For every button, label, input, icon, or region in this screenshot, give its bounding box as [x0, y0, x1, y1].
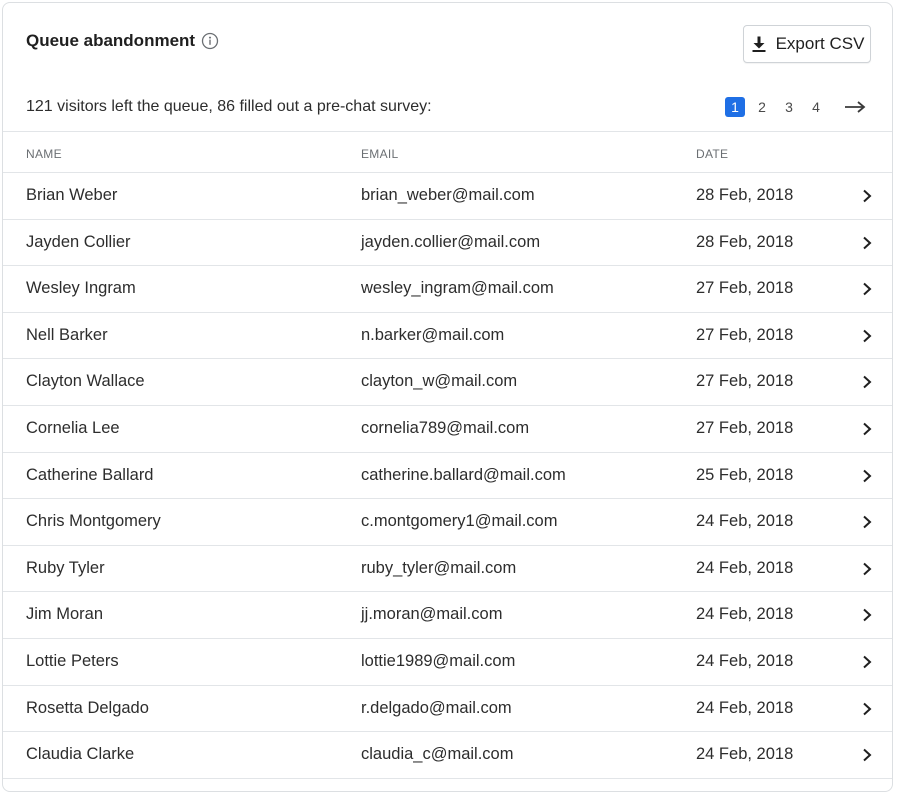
table-row[interactable]: Brian Weber brian_weber@mail.com 28 Feb, 2…: [3, 173, 892, 220]
row-email: ruby_tyler@mail.com: [361, 558, 517, 577]
page-4-button[interactable]: 4: [806, 97, 826, 117]
table-row[interactable]: Cornelia Lee cornelia789@mail.com 27 Feb, …: [3, 406, 892, 453]
table-row[interactable]: Catherine Ballard catherine.ballard@mail.…: [3, 453, 892, 500]
chevron-right-icon[interactable]: [862, 748, 872, 762]
table-body: Brian Weber brian_weber@mail.com 28 Feb, 2…: [3, 173, 892, 779]
chevron-right-icon[interactable]: [862, 329, 872, 343]
row-email: wesley_ingram@mail.com: [361, 279, 554, 298]
export-csv-label: Export CSV: [775, 34, 865, 53]
table-row[interactable]: Claudia Clarke claudia_c@mail.com 24 Feb, …: [3, 732, 892, 779]
row-name: Wesley Ingram: [26, 279, 136, 298]
chevron-right-icon[interactable]: [862, 189, 872, 203]
chevron-right-icon[interactable]: [862, 236, 872, 250]
chevron-right-icon[interactable]: [862, 702, 872, 716]
chevron-right-icon[interactable]: [862, 422, 872, 436]
row-date: 28 Feb, 2018: [696, 232, 794, 251]
row-name: Rosetta Delgado: [26, 698, 149, 717]
row-date: 28 Feb, 2018: [696, 186, 794, 204]
row-name: Ruby Tyler: [26, 558, 105, 577]
row-date: 24 Feb, 2018: [696, 698, 794, 717]
table-row[interactable]: Wesley Ingram wesley_ingram@mail.com 27 Fe…: [3, 266, 892, 313]
table-row[interactable]: Chris Montgomery c.montgomery1@mail.com 24…: [3, 499, 892, 546]
row-name: Clayton Wallace: [26, 372, 145, 391]
row-date: 24 Feb, 2018: [696, 651, 794, 670]
chevron-right-icon[interactable]: [862, 655, 872, 669]
queue-abandonment-card: Queue abandonment Export CSV 121 visitor…: [2, 2, 893, 792]
table-row[interactable]: Lottie Peters lottie1989@mail.com 24 Feb, …: [3, 639, 892, 686]
row-name: Brian Weber: [26, 186, 118, 204]
row-email: clayton_w@mail.com: [361, 372, 518, 391]
pagination: 1 2 3 4: [718, 97, 866, 117]
chevron-right-icon[interactable]: [862, 375, 872, 389]
table-row[interactable]: Ruby Tyler ruby_tyler@mail.com 24 Feb, 201…: [3, 546, 892, 593]
table-header: NAME EMAIL DATE: [3, 131, 892, 173]
row-date: 27 Feb, 2018: [696, 325, 794, 344]
row-name: Jim Moran: [26, 605, 104, 624]
chevron-right-icon[interactable]: [862, 562, 872, 576]
row-email: lottie1989@mail.com: [361, 651, 516, 670]
row-date: 24 Feb, 2018: [696, 558, 794, 577]
column-header-date: DATE: [696, 147, 729, 161]
table-row[interactable]: Clayton Wallace clayton_w@mail.com 27 Feb,…: [3, 359, 892, 406]
card-header: Queue abandonment Export CSV: [3, 3, 892, 83]
export-csv-button[interactable]: Export CSV: [743, 25, 871, 63]
row-name: Claudia Clarke: [26, 745, 135, 764]
page-1-button[interactable]: 1: [725, 97, 745, 117]
visitors-table: NAME EMAIL DATE Brian Weber brian_weber@m…: [3, 131, 892, 779]
row-name: Lottie Peters: [26, 651, 119, 670]
column-header-name: NAME: [26, 147, 62, 161]
card-title: Queue abandonment: [26, 31, 219, 51]
row-email: cornelia789@mail.com: [361, 418, 530, 437]
row-date: 24 Feb, 2018: [696, 605, 794, 624]
row-date: 24 Feb, 2018: [696, 512, 794, 531]
row-date: 27 Feb, 2018: [696, 372, 794, 391]
row-date: 27 Feb, 2018: [696, 418, 794, 437]
table-row[interactable]: Jim Moran jj.moran@mail.com 24 Feb, 2018: [3, 592, 892, 639]
page-2-button[interactable]: 2: [752, 97, 772, 117]
summary-text: 121 visitors left the queue, 86 filled o…: [26, 98, 432, 115]
row-email: brian_weber@mail.com: [361, 186, 535, 204]
column-header-email: EMAIL: [361, 147, 399, 161]
chevron-right-icon[interactable]: [862, 515, 872, 529]
row-name: Nell Barker: [26, 325, 108, 344]
download-icon: [750, 35, 768, 53]
page-3-button[interactable]: 3: [779, 97, 799, 117]
row-name: Jayden Collier: [26, 232, 131, 251]
summary-row: 121 visitors left the queue, 86 filled o…: [3, 85, 892, 131]
row-email: c.montgomery1@mail.com: [361, 512, 558, 531]
row-date: 27 Feb, 2018: [696, 279, 794, 298]
row-name: Chris Montgomery: [26, 512, 161, 531]
row-date: 24 Feb, 2018: [696, 745, 794, 764]
table-row[interactable]: Rosetta Delgado r.delgado@mail.com 24 Feb,…: [3, 686, 892, 733]
row-email: catherine.ballard@mail.com: [361, 465, 566, 484]
chevron-right-icon[interactable]: [862, 608, 872, 622]
row-email: jj.moran@mail.com: [361, 605, 503, 624]
table-row[interactable]: Nell Barker n.barker@mail.com 27 Feb, 2018: [3, 313, 892, 360]
chevron-right-icon[interactable]: [862, 282, 872, 296]
row-name: Cornelia Lee: [26, 418, 120, 437]
info-icon[interactable]: [201, 32, 219, 50]
card-title-text: Queue abandonment: [26, 31, 196, 50]
row-date: 25 Feb, 2018: [696, 465, 794, 484]
row-email: r.delgado@mail.com: [361, 698, 512, 717]
arrow-right-icon[interactable]: [844, 100, 866, 114]
row-email: claudia_c@mail.com: [361, 745, 514, 764]
chevron-right-icon[interactable]: [862, 469, 872, 483]
table-row[interactable]: Jayden Collier jayden.collier@mail.com 28 …: [3, 220, 892, 267]
row-email: jayden.collier@mail.com: [361, 232, 541, 251]
row-name: Catherine Ballard: [26, 465, 154, 484]
row-email: n.barker@mail.com: [361, 325, 505, 344]
